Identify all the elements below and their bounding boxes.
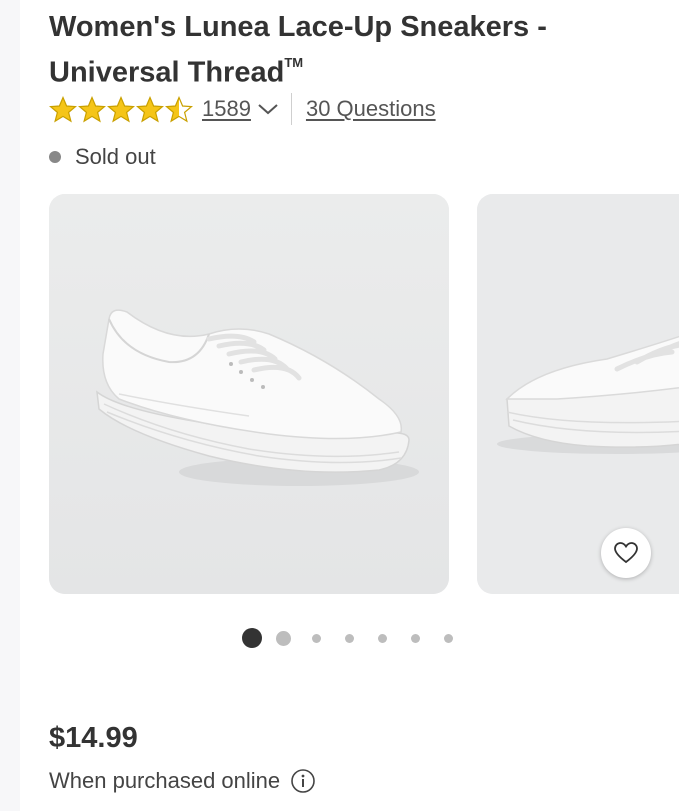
product-title: Women's Lunea Lace-Up Sneakers - Univers… <box>49 8 649 93</box>
product-title-line1: Women's Lunea Lace-Up Sneakers - <box>49 11 547 43</box>
info-icon[interactable] <box>290 768 316 794</box>
status-dot-icon <box>49 151 61 163</box>
image-carousel[interactable] <box>49 194 679 594</box>
product-title-line2: Universal Thread <box>49 56 285 89</box>
carousel-dot-5[interactable] <box>378 633 387 643</box>
questions-link[interactable]: 30 Questions <box>306 96 436 122</box>
chevron-down-icon[interactable] <box>257 102 279 116</box>
star-icon <box>136 95 164 122</box>
status-text: Sold out <box>75 144 156 169</box>
star-rating[interactable] <box>49 95 194 123</box>
carousel-pagination <box>242 628 477 648</box>
sneaker-front-image <box>477 194 679 594</box>
carousel-dot-7[interactable] <box>444 633 453 643</box>
carousel-dot-4[interactable] <box>345 633 354 643</box>
carousel-dot-2[interactable] <box>276 630 291 646</box>
carousel-dot-3[interactable] <box>312 633 321 643</box>
carousel-dot-1[interactable] <box>242 628 262 648</box>
sneaker-side-image <box>49 194 449 594</box>
star-icon <box>78 95 106 122</box>
star-icon <box>107 95 135 122</box>
product-image-2[interactable] <box>477 194 679 594</box>
star-icon <box>49 95 77 122</box>
purchase-note: When purchased online <box>49 768 316 794</box>
carousel-dot-6[interactable] <box>411 633 420 643</box>
availability-status: Sold out <box>49 144 156 170</box>
product-page: Women's Lunea Lace-Up Sneakers - Univers… <box>20 0 679 811</box>
product-price: $14.99 <box>49 722 138 754</box>
favorite-button[interactable] <box>601 528 651 578</box>
product-image-1[interactable] <box>49 194 449 594</box>
purchase-note-text: When purchased online <box>49 768 281 793</box>
star-icon <box>165 95 193 122</box>
review-count-link[interactable]: 1589 <box>202 96 251 122</box>
rating-row: 1589 30 Questions <box>49 92 436 126</box>
heart-icon <box>614 542 638 564</box>
rating-divider <box>290 93 292 125</box>
trademark-symbol: TM <box>284 55 304 70</box>
